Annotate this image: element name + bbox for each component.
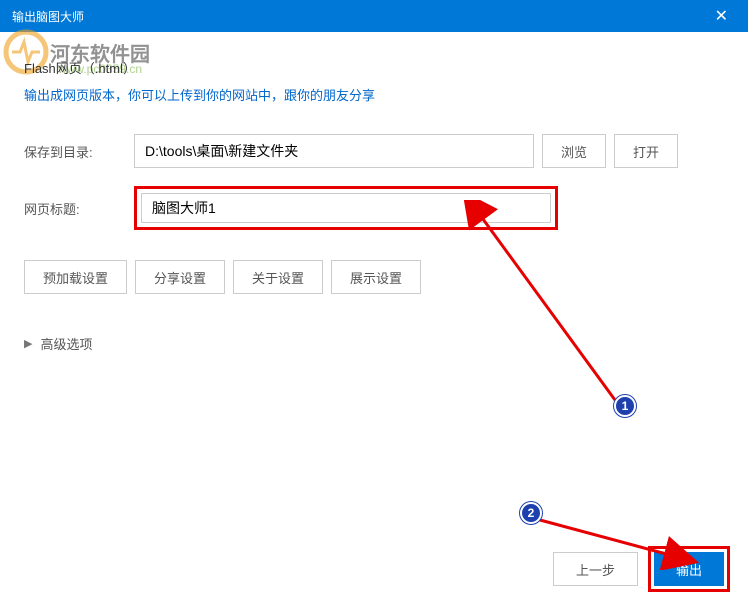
footer-buttons: 上一步 输出	[553, 546, 730, 592]
annotation-badge-2: 2	[520, 502, 542, 524]
export-button[interactable]: 输出	[654, 552, 724, 586]
about-settings-button[interactable]: 关于设置	[233, 260, 323, 294]
save-path-label: 保存到目录:	[24, 142, 134, 161]
format-title: Flash网页（.html）	[24, 58, 724, 77]
content-area: Flash网页（.html） 输出成网页版本，你可以上传到你的网站中，跟你的朋友…	[0, 32, 748, 373]
display-settings-button[interactable]: 展示设置	[331, 260, 421, 294]
share-settings-button[interactable]: 分享设置	[135, 260, 225, 294]
annotation-badge-1: 1	[614, 395, 636, 417]
chevron-right-icon: ▶	[24, 337, 32, 350]
window-title: 输出脑图大师	[12, 8, 84, 25]
save-path-input[interactable]	[134, 134, 534, 168]
page-title-highlight	[134, 186, 558, 230]
close-icon[interactable]: ✕	[707, 2, 736, 30]
advanced-options-label: 高级选项	[40, 334, 92, 353]
titlebar: 输出脑图大师 ✕	[0, 0, 748, 32]
save-path-row: 保存到目录: 浏览 打开	[24, 134, 724, 168]
page-title-input[interactable]	[141, 193, 551, 223]
page-title-label: 网页标题:	[24, 199, 134, 218]
previous-step-button[interactable]: 上一步	[553, 552, 638, 586]
page-title-row: 网页标题:	[24, 186, 724, 230]
preload-settings-button[interactable]: 预加载设置	[24, 260, 127, 294]
format-description: 输出成网页版本，你可以上传到你的网站中，跟你的朋友分享	[24, 85, 724, 104]
open-button[interactable]: 打开	[614, 134, 678, 168]
advanced-options-toggle[interactable]: ▶ 高级选项	[24, 334, 724, 353]
export-button-highlight: 输出	[648, 546, 730, 592]
settings-button-row: 预加载设置 分享设置 关于设置 展示设置	[24, 260, 724, 294]
browse-button[interactable]: 浏览	[542, 134, 606, 168]
